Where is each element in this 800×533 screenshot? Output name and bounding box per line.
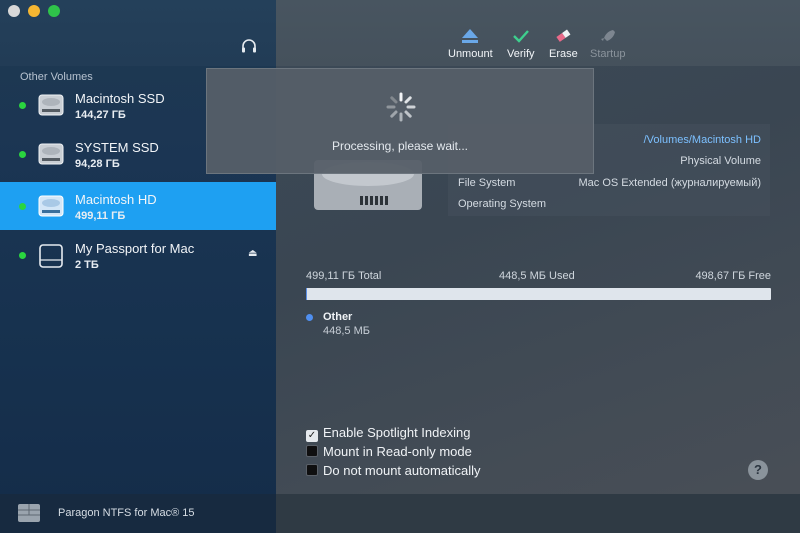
external-drive-icon — [39, 244, 63, 268]
volume-size: 144,27 ГБ — [75, 109, 126, 121]
titlebar — [0, 0, 276, 66]
no-automount-checkbox[interactable] — [306, 464, 318, 476]
internal-drive-icon — [38, 94, 64, 116]
mounted-indicator — [19, 151, 26, 158]
mounted-indicator — [19, 102, 26, 109]
close-window-button[interactable] — [8, 5, 20, 17]
brand-label: Paragon NTFS for Mac® 15 — [58, 507, 195, 519]
verify-button[interactable]: Verify — [507, 28, 535, 60]
legend-size: 448,5 МБ — [323, 325, 370, 337]
verify-label: Verify — [507, 48, 535, 60]
checkmark-icon — [512, 30, 529, 43]
option-label: Mount in Read-only mode — [323, 444, 472, 459]
spotlight-checkbox[interactable]: ✓ — [306, 430, 318, 442]
processing-message: Processing, please wait... — [331, 139, 469, 153]
volume-name: Macintosh HD — [75, 192, 157, 207]
usage-free: 498,67 ГБ Free — [695, 270, 771, 282]
minimize-window-button[interactable] — [28, 5, 40, 17]
option-read-only[interactable]: Mount in Read-only mode — [306, 444, 472, 459]
usage-bar — [306, 288, 771, 300]
startup-button[interactable]: Startup — [590, 28, 625, 60]
read-only-checkbox[interactable] — [306, 445, 318, 457]
volume-name: My Passport for Mac — [75, 241, 195, 256]
mounted-indicator — [19, 252, 26, 259]
sidebar-item-macintosh-hd[interactable]: Macintosh HD 499,11 ГБ — [0, 182, 276, 230]
internal-drive-icon — [38, 195, 64, 217]
erase-button[interactable]: Erase — [549, 28, 578, 60]
mounted-indicator — [19, 203, 26, 210]
bottom-bar — [276, 494, 800, 533]
paragon-logo-icon — [18, 504, 40, 522]
processing-overlay: Processing, please wait... — [206, 68, 594, 174]
usage-bar-fill — [306, 288, 307, 300]
toolbar: Unmount Verify Erase Startup — [276, 0, 800, 66]
eraser-icon — [556, 29, 571, 42]
info-row-file-system: File System Mac OS Extended (журналируем… — [458, 177, 761, 189]
zoom-window-button[interactable] — [48, 5, 60, 17]
erase-label: Erase — [549, 48, 578, 60]
unmount-label: Unmount — [448, 48, 493, 60]
option-spotlight-indexing[interactable]: ✓ Enable Spotlight Indexing — [306, 425, 470, 442]
headset-icon[interactable] — [240, 38, 258, 56]
option-no-automount[interactable]: Do not mount automatically — [306, 463, 481, 478]
help-button[interactable]: ? — [748, 460, 768, 480]
option-label: Do not mount automatically — [323, 463, 481, 478]
startup-label: Startup — [590, 48, 626, 60]
usage-total: 499,11 ГБ Total — [306, 270, 382, 282]
volume-name: Macintosh SSD — [75, 91, 165, 106]
volume-name: SYSTEM SSD — [75, 140, 159, 155]
volume-size: 499,11 ГБ — [75, 210, 126, 222]
volume-size: 94,28 ГБ — [75, 158, 120, 170]
internal-drive-icon — [38, 143, 64, 165]
unmount-button[interactable]: Unmount — [448, 28, 493, 60]
info-row-operating-system: Operating System — [458, 198, 547, 210]
legend-name: Other — [323, 311, 353, 323]
volume-size: 2 ТБ — [75, 259, 99, 271]
legend-dot-other — [306, 314, 313, 321]
eject-icon[interactable]: ⏏ — [248, 248, 257, 259]
mount-path-link[interactable]: /Volumes/Macintosh HD — [644, 134, 761, 146]
spinner-icon — [386, 92, 416, 122]
option-label: Enable Spotlight Indexing — [323, 425, 471, 440]
sidebar-item-my-passport[interactable]: My Passport for Mac 2 ТБ ⏏ — [0, 231, 276, 279]
usage-used: 448,5 МБ Used — [499, 270, 575, 282]
brand-footer: Paragon NTFS for Mac® 15 — [0, 494, 276, 533]
rocket-icon — [600, 30, 615, 41]
unmount-icon — [462, 29, 479, 43]
